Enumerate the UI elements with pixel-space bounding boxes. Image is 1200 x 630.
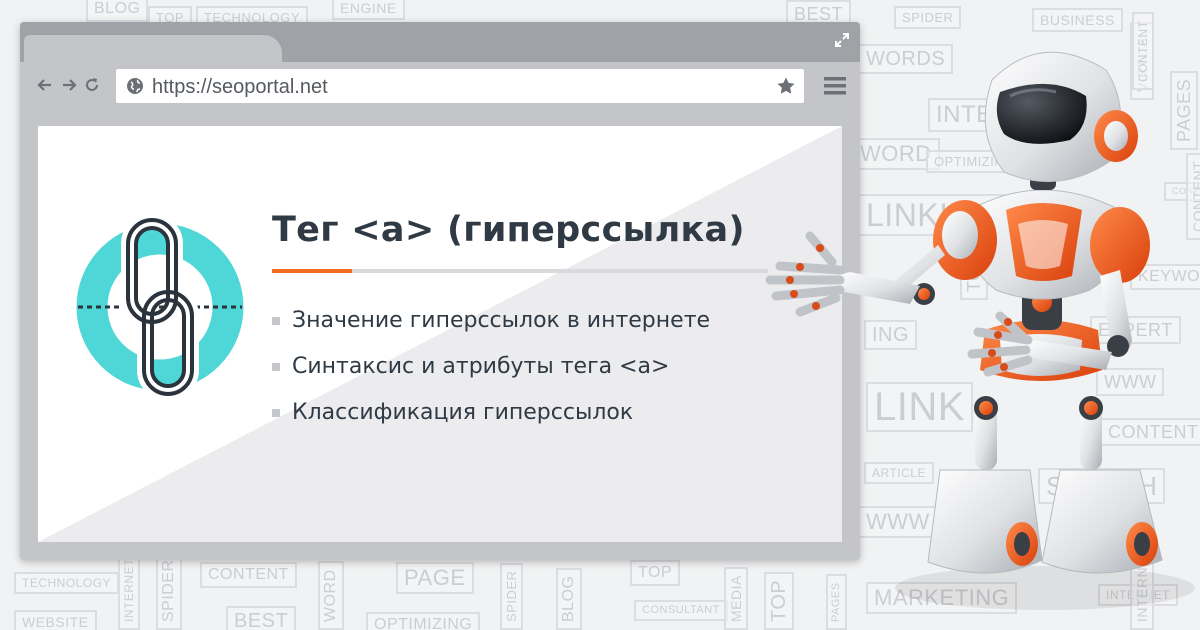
background-word: CONSULTANT	[634, 600, 728, 621]
page-title: Тег <a> (гиперссылка)	[272, 210, 745, 250]
title-underline-accent	[272, 269, 352, 273]
list-item: Синтаксис и атрибуты тега <a>	[272, 354, 710, 400]
background-word: ENGINE	[332, 0, 405, 20]
browser-window: https://seoportal.net Тег <a> (гиперссыл…	[20, 22, 860, 560]
background-word: TOP	[630, 560, 681, 586]
list-item-text: Классификация гиперссылок	[292, 400, 634, 425]
topic-list: Значение гиперссылок в интернете Синтакс…	[272, 308, 710, 446]
background-word: BLOG	[86, 0, 149, 22]
bullet-square-icon	[272, 409, 280, 417]
bullet-square-icon	[272, 363, 280, 371]
list-item-text: Синтаксис и атрибуты тега <a>	[292, 354, 670, 379]
list-item: Классификация гиперссылок	[272, 400, 710, 446]
bullet-square-icon	[272, 317, 280, 325]
background-word: WEBSITE	[14, 610, 97, 630]
globe-icon	[127, 78, 143, 94]
background-word: WORD	[318, 561, 344, 630]
forward-arrow-icon[interactable]	[60, 76, 78, 94]
browser-toolbar: https://seoportal.net	[20, 62, 860, 112]
address-bar[interactable]: https://seoportal.net	[116, 69, 804, 103]
background-word: CONTENT	[200, 562, 297, 588]
background-word: SPIDER	[500, 562, 523, 630]
background-word: PAGE	[396, 562, 474, 594]
background-word: MEDIA	[724, 567, 748, 630]
browser-tab[interactable]	[24, 35, 282, 62]
list-item-text: Значение гиперссылок в интернете	[292, 308, 711, 333]
background-word: SPIDER	[156, 551, 182, 630]
background-word: BLOG	[556, 567, 582, 630]
url-text: https://seoportal.net	[152, 76, 328, 98]
list-item: Значение гиперссылок в интернете	[272, 308, 710, 354]
background-word: BUSINESS	[1032, 8, 1123, 32]
robot-illustration	[765, 51, 1195, 610]
background-word: BEST	[226, 606, 297, 630]
title-underline	[272, 269, 768, 273]
chain-link-icon	[76, 213, 244, 401]
browser-titlebar	[20, 22, 860, 62]
background-word: OPTIMIZING	[366, 612, 481, 630]
background-word: SPIDER	[894, 6, 962, 29]
background-word: INTERNET	[118, 550, 140, 630]
back-arrow-icon[interactable]	[36, 76, 54, 94]
background-word: TECHNOLOGY	[14, 572, 120, 594]
reload-icon[interactable]	[83, 76, 101, 94]
page-content: Тег <a> (гиперссылка) Значение гиперссыл…	[38, 126, 842, 542]
